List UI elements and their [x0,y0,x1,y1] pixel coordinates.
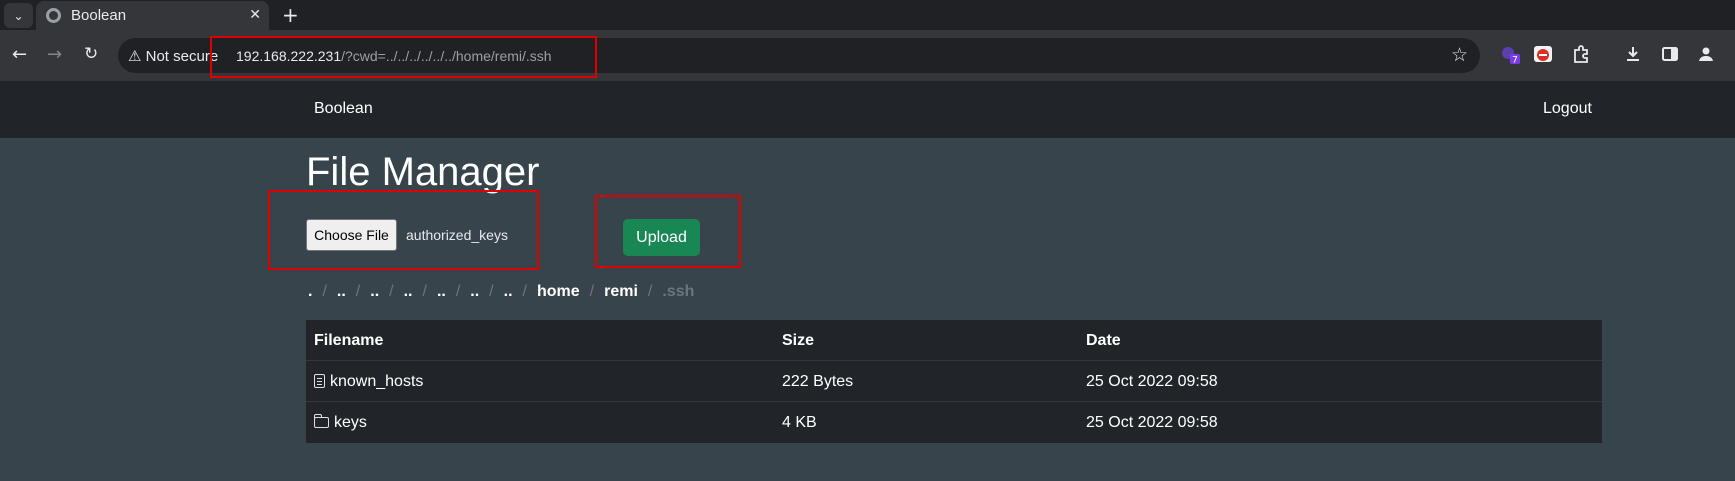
breadcrumb-separator: / [455,283,461,300]
extension-badge-count: 7 [1512,56,1518,65]
breadcrumb-separator: / [355,283,361,300]
download-icon[interactable] [1623,44,1643,64]
breadcrumb-item-remi[interactable]: remi [604,283,638,301]
table-row: known_hosts 222 Bytes 25 Oct 2022 09:58 [306,361,1602,402]
column-header-date: Date [1086,332,1121,349]
not-secure-indicator[interactable]: ⚠ Not secure [128,47,218,65]
page-title: File Manager [306,150,540,194]
site-navbar: Boolean Logout [0,81,1735,138]
breadcrumb-separator: / [647,283,653,300]
file-date-cell: 25 Oct 2022 09:58 [1086,373,1218,390]
forward-arrow-icon[interactable]: → [47,44,62,65]
breadcrumb-item[interactable]: .. [504,283,513,301]
tab-search-chevron-icon[interactable]: ⌄ [4,3,33,28]
close-tab-icon[interactable]: ✕ [249,7,261,23]
globe-icon [46,8,61,23]
breadcrumb-item-current: .ssh [662,283,695,300]
column-header-size: Size [782,332,815,349]
navbar-brand[interactable]: Boolean [314,100,373,118]
reload-icon[interactable]: ↻ [84,44,98,64]
table-row: keys 4 KB 25 Oct 2022 09:58 [306,402,1602,443]
not-secure-label: Not secure [145,48,219,65]
column-header-filename: Filename [314,332,384,349]
breadcrumb-item-home[interactable]: home [537,283,580,301]
tab-title: Boolean [71,7,127,24]
breadcrumb: . / .. / .. / .. / .. / .. / .. / home / remi / .… [308,283,694,301]
adblock-extension-icon[interactable] [1533,44,1553,64]
table-header-row: Filename Size Date [306,320,1602,361]
side-panel-icon[interactable] [1660,44,1680,64]
file-table: Filename Size Date known_hosts 222 Bytes… [306,320,1602,443]
warning-triangle-icon: ⚠ [128,48,142,65]
url-highlight-box [210,36,597,78]
file-date-cell: 25 Oct 2022 09:58 [1086,414,1218,431]
breadcrumb-item[interactable]: .. [404,283,413,301]
breadcrumb-separator: / [389,283,394,300]
new-tab-plus-icon[interactable]: + [282,3,299,27]
breadcrumb-item[interactable]: .. [370,283,379,301]
browser-tab-strip: ⌄ Boolean ✕ + [0,0,1735,30]
browser-tab[interactable]: Boolean ✕ [36,1,269,30]
file-name[interactable]: known_hosts [330,373,423,390]
breadcrumb-item[interactable]: .. [437,283,446,301]
upload-highlight-box [595,195,741,268]
file-icon [314,374,325,388]
breadcrumb-item[interactable]: .. [337,283,346,301]
logout-link[interactable]: Logout [1543,100,1592,118]
folder-icon [313,414,329,428]
extension-icon-badge[interactable]: 7 [1500,44,1520,64]
file-name-cell[interactable]: keys [313,414,367,432]
breadcrumb-item[interactable]: .. [470,283,479,301]
file-size-cell: 222 Bytes [782,373,854,390]
breadcrumb-separator: / [589,283,595,300]
breadcrumb-separator: / [322,283,327,300]
back-arrow-icon[interactable]: ← [12,44,27,65]
bookmark-star-icon[interactable]: ☆ [1451,44,1468,66]
profile-avatar-icon[interactable] [1696,44,1716,64]
file-input-highlight-box [268,190,539,270]
breadcrumb-separator: / [522,283,527,300]
folder-name[interactable]: keys [334,414,367,431]
extensions-puzzle-icon[interactable] [1571,44,1591,64]
file-size-cell: 4 KB [782,414,817,431]
file-name-cell[interactable]: known_hosts [314,373,423,391]
breadcrumb-separator: / [489,283,494,300]
breadcrumb-separator: / [422,283,427,300]
